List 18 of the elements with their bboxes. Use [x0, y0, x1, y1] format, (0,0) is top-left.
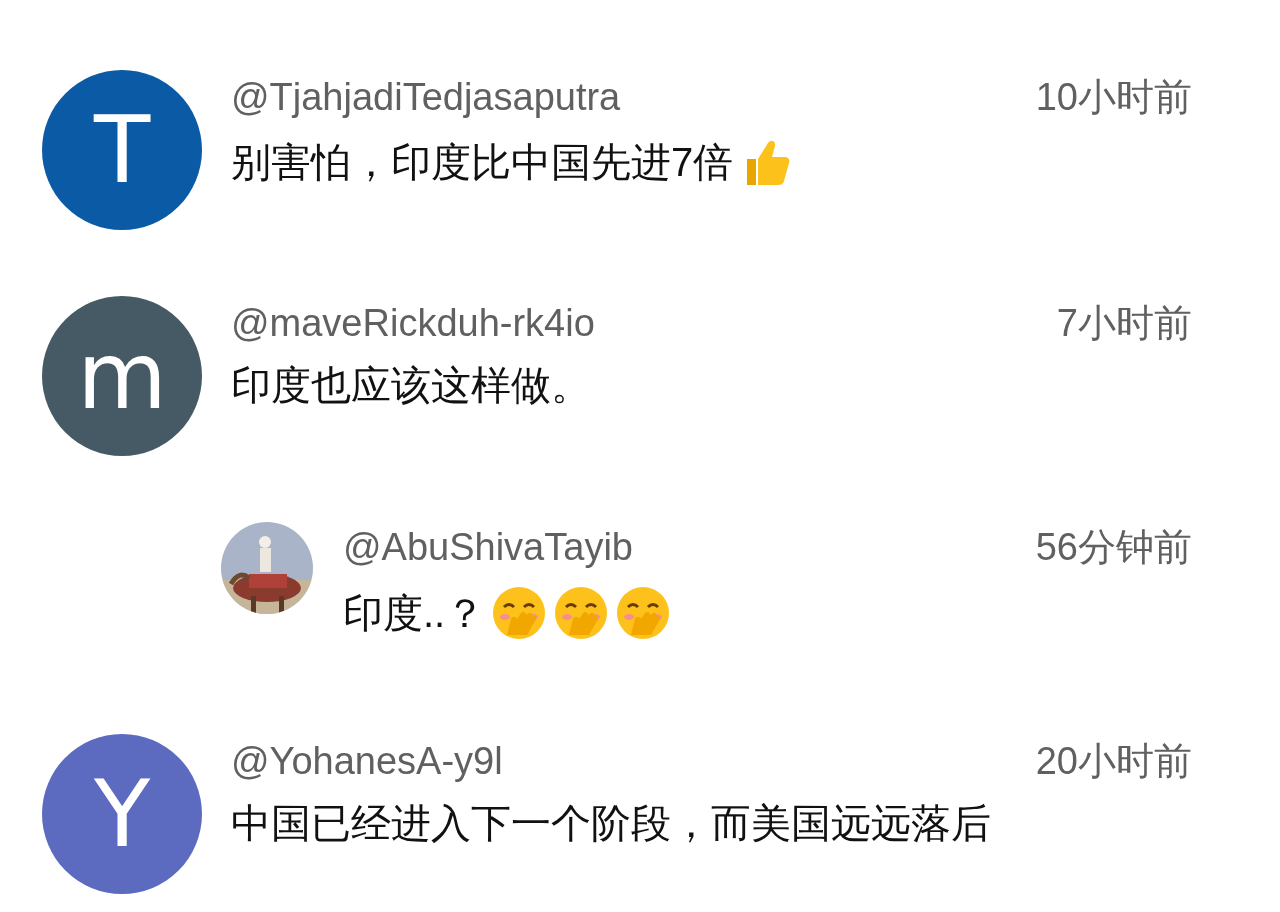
username[interactable]: @YohanesA-y9l — [231, 740, 503, 783]
comment-text: 印度也应该这样做。 — [231, 362, 591, 409]
comment-time: 7小时前 — [1056, 301, 1192, 346]
smiling-face-icon — [615, 585, 672, 641]
comment-time: 56分钟前 — [1035, 525, 1192, 570]
comment-text: 别害怕，印度比中国先进7倍 — [231, 139, 734, 186]
comment-time: 20小时前 — [1035, 739, 1192, 784]
comment-time: 10小时前 — [1035, 75, 1192, 120]
username[interactable]: @TjahjadiTedjasaputra — [231, 76, 621, 119]
comment-text: 中国已经进入下一个阶段，而美国远远落后 — [231, 800, 991, 847]
avatar[interactable]: Y — [42, 734, 202, 894]
username[interactable]: @AbuShivaTayib — [343, 526, 633, 569]
avatar[interactable]: T — [42, 70, 202, 230]
smiling-face-icon — [491, 585, 548, 641]
avatar[interactable]: m — [42, 296, 202, 456]
username[interactable]: @maveRickduh-rk4io — [231, 302, 595, 345]
smiling-face-icon — [553, 585, 610, 641]
comment-text: 印度..？ — [343, 590, 486, 637]
